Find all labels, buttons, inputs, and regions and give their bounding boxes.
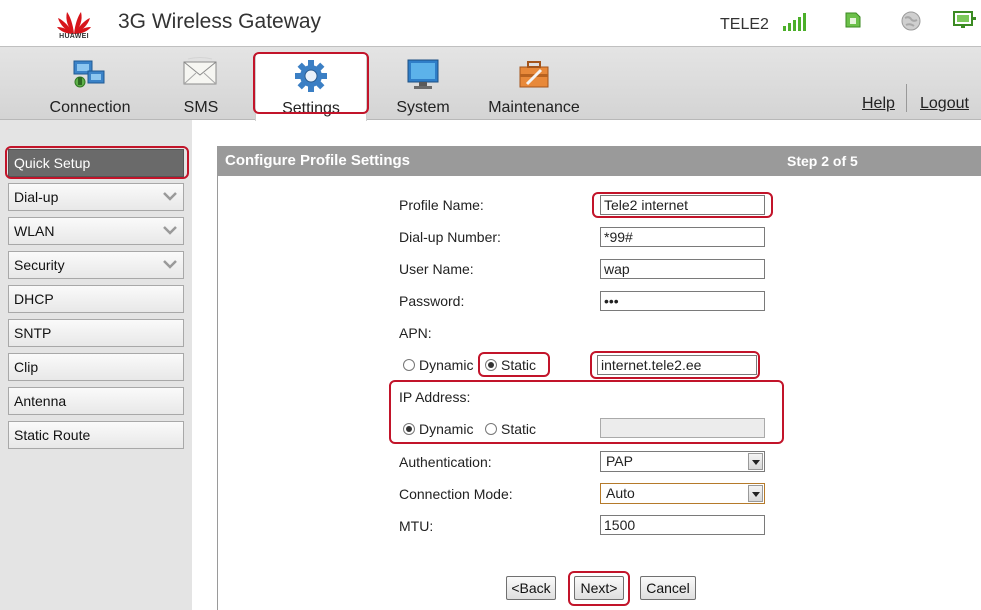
back-button[interactable]: <Back: [506, 576, 556, 600]
main-nav: Connection SMS Settings System Maintenan…: [0, 46, 981, 121]
sidebar-item-static-route[interactable]: Static Route: [8, 421, 184, 449]
sidebar-item-security[interactable]: Security: [8, 251, 184, 279]
help-link[interactable]: Help: [862, 95, 895, 113]
profile-name-label: Profile Name:: [399, 197, 484, 213]
ip-address-input[interactable]: [600, 418, 765, 438]
connection-mode-label: Connection Mode:: [399, 486, 513, 502]
toolbox-icon: [519, 61, 549, 88]
logout-link[interactable]: Logout: [920, 95, 969, 113]
nav-sms[interactable]: SMS: [170, 53, 232, 117]
step-indicator: Step 2 of 5: [787, 153, 858, 169]
settings-highlight: [253, 52, 369, 114]
sidebar-item-label: Clip: [14, 359, 39, 375]
sidebar-item-label: Security: [14, 257, 65, 273]
ip-dynamic-label: Dynamic: [419, 421, 474, 437]
chevron-down-icon: [163, 192, 177, 201]
chevron-down-icon: [748, 485, 763, 502]
authentication-label: Authentication:: [399, 454, 492, 470]
nav-system-label: System: [396, 99, 450, 116]
apn-label: APN:: [399, 325, 432, 341]
monitor-icon: [407, 59, 439, 89]
header: HUAWEI 3G Wireless Gateway TELE2: [0, 0, 981, 46]
sidebar-item-label: Dial-up: [14, 189, 59, 205]
password-label: Password:: [399, 293, 465, 309]
panel-title: Configure Profile Settings: [218, 146, 981, 176]
nav-connection[interactable]: Connection: [44, 53, 136, 117]
sim-card-icon: [845, 12, 861, 28]
brand-name: HUAWEI: [59, 33, 89, 40]
sidebar-item-label: Antenna: [14, 393, 67, 409]
apn-input-highlight: [590, 351, 760, 379]
dialup-number-input[interactable]: *99#: [600, 227, 765, 247]
nav-maintenance-label: Maintenance: [488, 99, 580, 116]
dialup-number-label: Dial-up Number:: [399, 229, 501, 245]
globe-icon: [901, 11, 921, 31]
carrier-name: TELE2: [720, 16, 769, 33]
connection-monitor-icon: [953, 11, 976, 28]
sidebar-item-label: SNTP: [14, 325, 52, 341]
mtu-label: MTU:: [399, 518, 434, 534]
user-name-input[interactable]: wap: [600, 259, 765, 279]
app-title: 3G Wireless Gateway: [118, 10, 322, 33]
sidebar-item-wlan[interactable]: WLAN: [8, 217, 184, 245]
nav-connection-label: Connection: [49, 99, 131, 116]
quick-setup-highlight: [5, 146, 189, 179]
apn-dynamic-radio[interactable]: [403, 359, 415, 371]
sidebar-item-label: DHCP: [14, 291, 54, 307]
sidebar-item-label: Static Route: [14, 427, 91, 443]
apn-static-highlight: [478, 352, 550, 377]
sidebar-item-sntp[interactable]: SNTP: [8, 319, 184, 347]
apn-dynamic-label: Dynamic: [419, 357, 474, 373]
connection-mode-value: Auto: [606, 485, 635, 501]
sidebar-item-dhcp[interactable]: DHCP: [8, 285, 184, 313]
next-button-highlight: [568, 571, 630, 606]
sidebar-item-dial-up[interactable]: Dial-up: [8, 183, 184, 211]
chevron-down-icon: [163, 226, 177, 235]
chevron-down-icon: [163, 260, 177, 269]
ip-static-label: Static: [501, 421, 537, 437]
connection-icon: [73, 60, 105, 88]
ip-static-radio[interactable]: [485, 423, 497, 435]
nav-system[interactable]: System: [390, 53, 456, 117]
ip-address-label: IP Address:: [399, 389, 471, 405]
toplink-divider: [906, 84, 907, 112]
connection-mode-select[interactable]: Auto: [600, 483, 765, 504]
chevron-down-icon: [748, 453, 763, 470]
password-input[interactable]: •••: [600, 291, 765, 311]
sidebar-item-antenna[interactable]: Antenna: [8, 387, 184, 415]
authentication-select[interactable]: PAP: [600, 451, 765, 472]
mtu-input[interactable]: 1500: [600, 515, 765, 535]
profile-name-highlight: [592, 192, 773, 218]
cancel-button[interactable]: Cancel: [640, 576, 696, 600]
sidebar-item-label: WLAN: [14, 223, 55, 239]
user-name-label: User Name:: [399, 261, 474, 277]
authentication-value: PAP: [606, 453, 633, 469]
nav-sms-label: SMS: [183, 99, 219, 116]
signal-icon: [783, 13, 806, 31]
nav-maintenance[interactable]: Maintenance: [484, 53, 584, 117]
ip-dynamic-radio[interactable]: [403, 423, 415, 435]
sms-envelope-icon: [183, 57, 217, 85]
sidebar-item-clip[interactable]: Clip: [8, 353, 184, 381]
